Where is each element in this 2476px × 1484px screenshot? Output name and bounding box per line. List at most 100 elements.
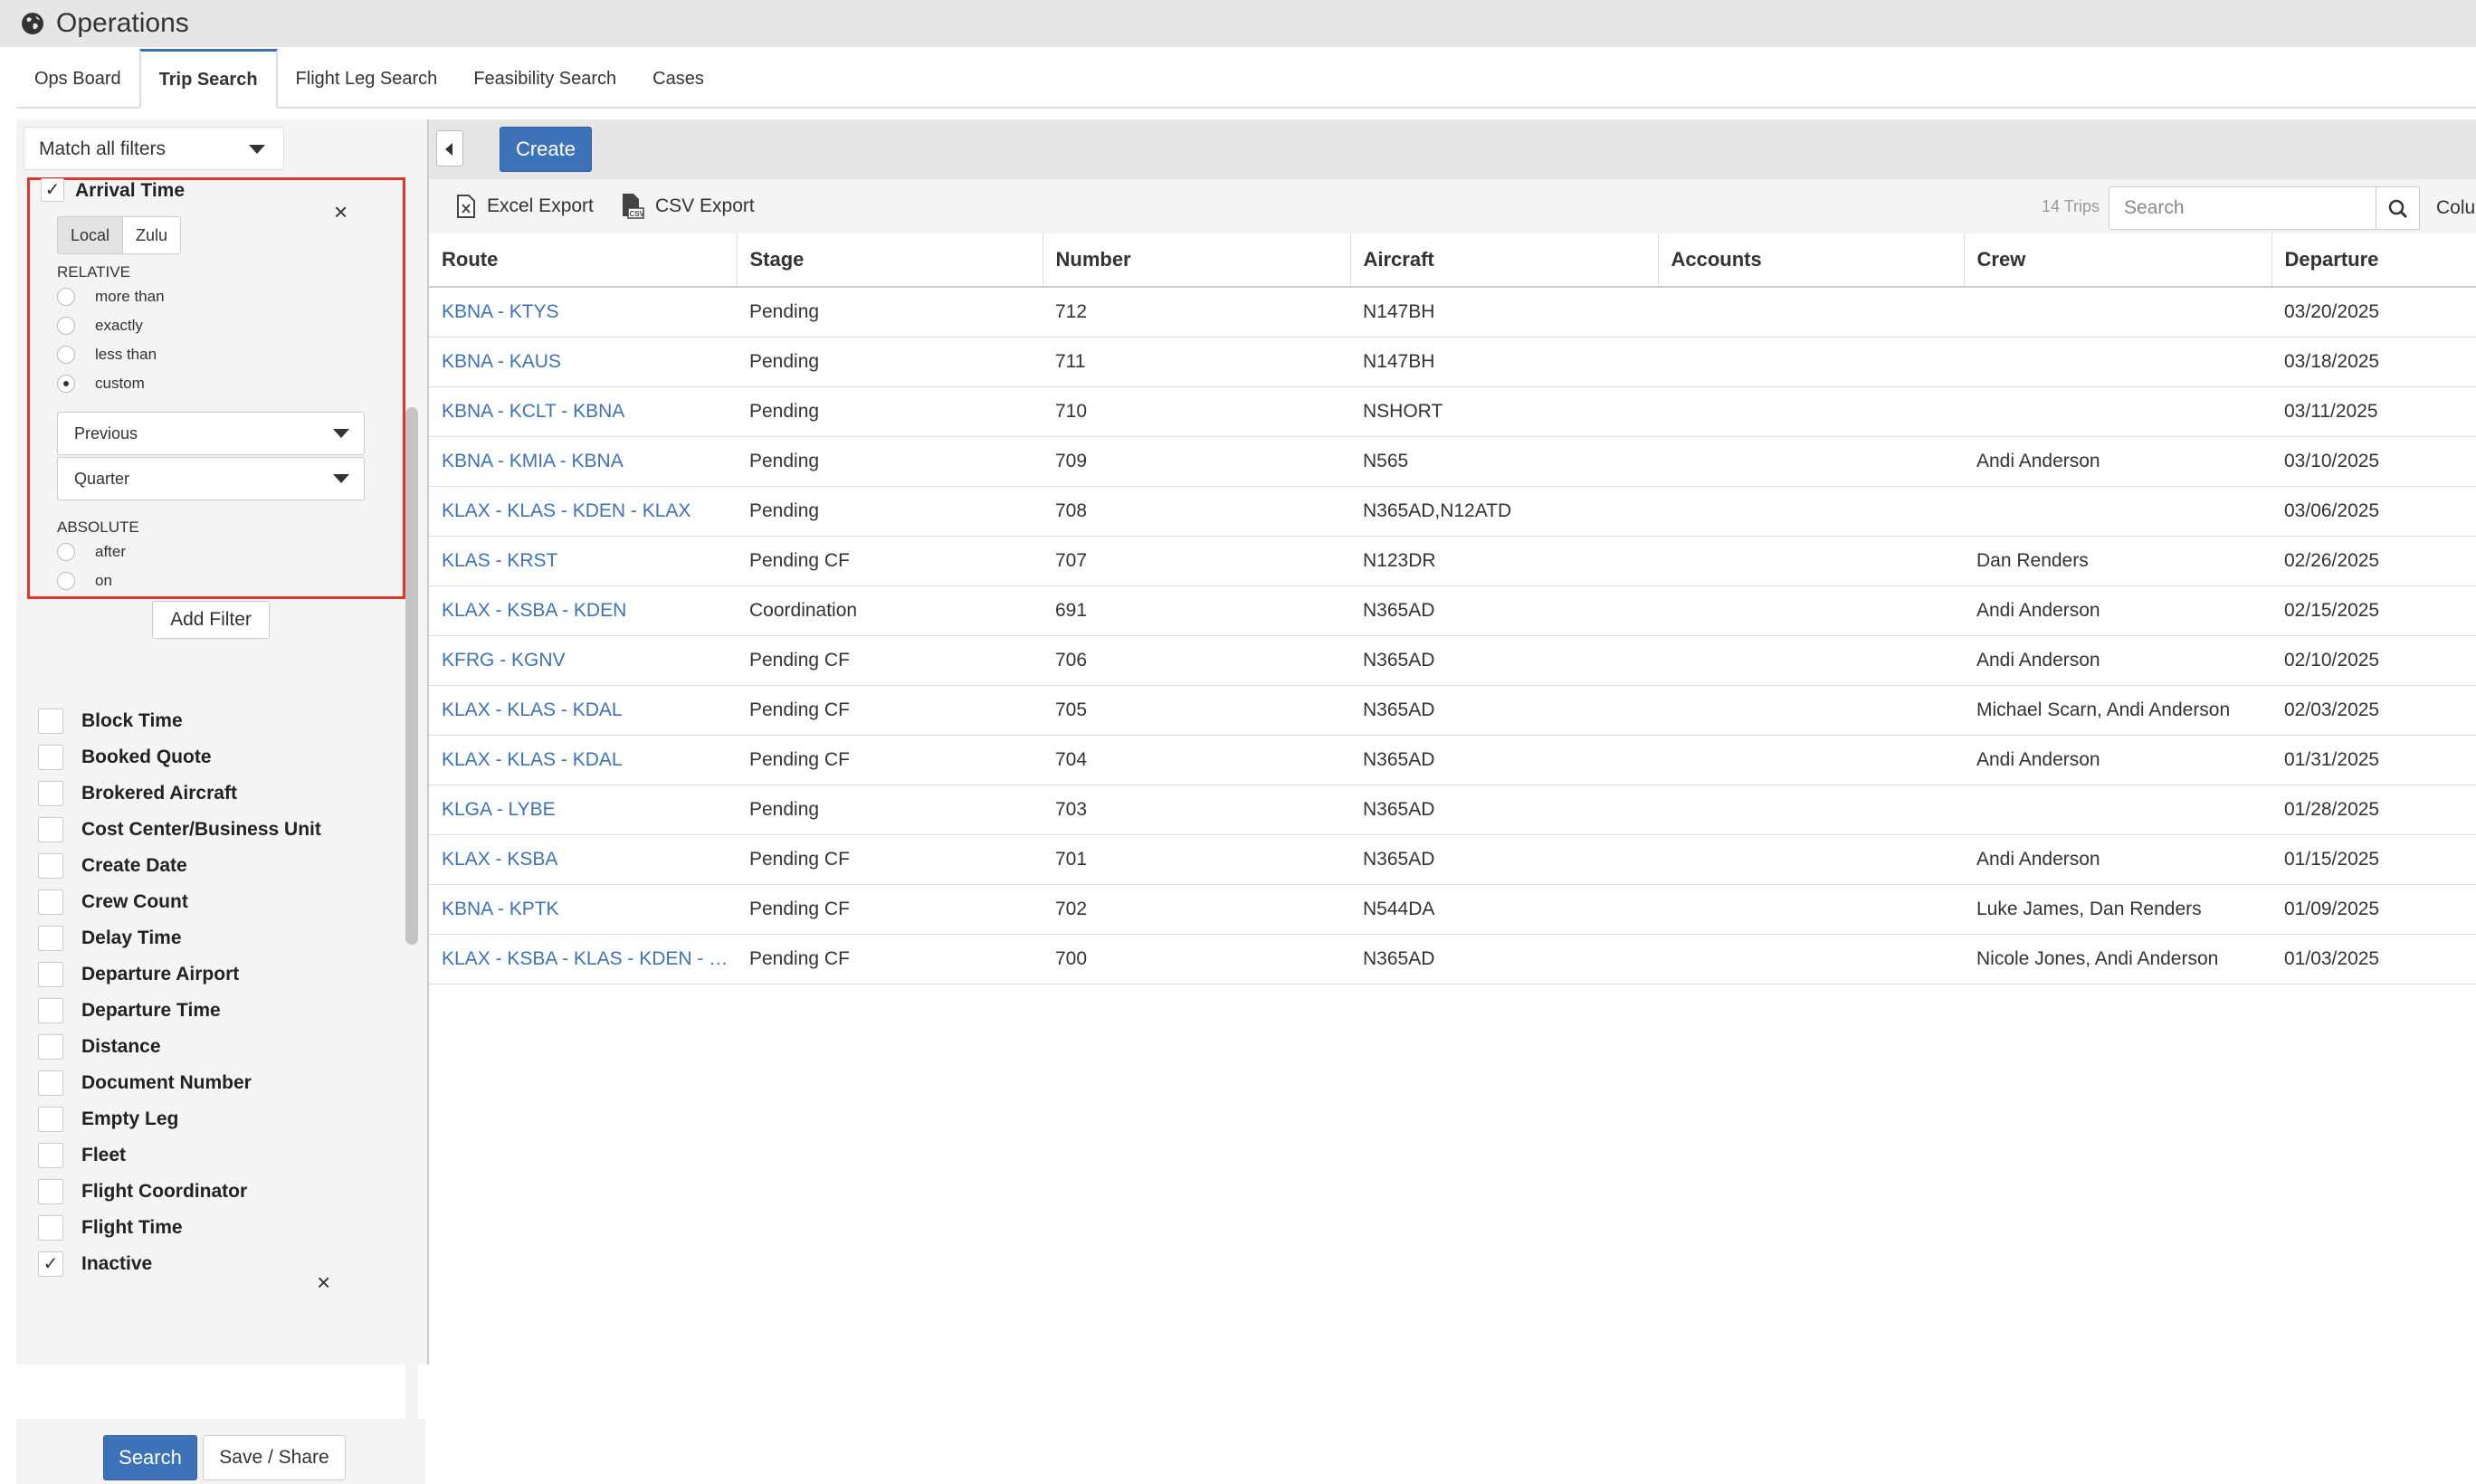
radio-button[interactable] [57,572,75,590]
filter-item-document-number[interactable]: Document Number [38,1070,252,1097]
radio-button[interactable] [57,375,75,393]
table-row[interactable]: KLAX - KLAS - KDAL Pending CF 705 N365AD Mic… [429,685,2476,736]
filter-checkbox[interactable] [38,926,63,951]
filter-item-departure-time[interactable]: Departure Time [38,997,221,1024]
filter-checkbox[interactable] [38,1215,63,1241]
filter-item-empty-leg[interactable]: Empty Leg [38,1106,178,1133]
filter-checkbox[interactable] [38,1034,63,1060]
filter-checkbox[interactable] [38,1070,63,1096]
cell-route[interactable]: KLGA - LYBE [429,785,737,835]
filter-item-cost-center[interactable]: Cost Center/Business Unit [38,816,321,843]
tab-ops-board[interactable]: Ops Board [16,51,139,107]
radio-button[interactable] [57,288,75,306]
table-row[interactable]: KBNA - KCLT - KBNA Pending 710 NSHORT 03/11/… [429,386,2476,437]
add-filter-button[interactable]: Add Filter [152,601,270,639]
filter-checkbox[interactable] [38,998,63,1023]
period-select[interactable]: Previous [57,412,365,455]
filter-checkbox[interactable] [38,817,63,842]
cell-route[interactable]: KBNA - KCLT - KBNA [429,386,737,437]
tab-feasibility-search[interactable]: Feasibility Search [455,51,634,107]
filter-checkbox[interactable] [38,1179,63,1204]
radio-custom[interactable]: custom [57,372,145,395]
column-header-crew[interactable]: Crew [1964,233,2272,288]
cell-route[interactable]: KLAX - KLAS - KDAL [429,735,737,785]
time-mode-local[interactable]: Local [58,217,124,253]
table-row[interactable]: KLGA - LYBE Pending 703 N365AD 01/28/2025 [429,785,2476,835]
filter-checkbox[interactable] [38,1107,63,1132]
arrival-time-checkbox[interactable]: ✓ [41,178,64,202]
table-row[interactable]: KLAX - KSBA - KLAS - KDEN - K... Pending … [429,934,2476,985]
radio-more-than[interactable]: more than [57,285,165,309]
cell-route[interactable]: KLAX - KLAS - KDAL [429,685,737,736]
cell-route[interactable]: KLAS - KRST [429,536,737,586]
cell-route[interactable]: KBNA - KAUS [429,337,737,387]
table-row[interactable]: KBNA - KAUS Pending 711 N147BH 03/18/2025 [429,337,2476,387]
csv-export-button[interactable]: CSV CSV Export [621,192,755,221]
table-row[interactable]: KFRG - KGNV Pending CF 706 N365AD Andi Ander… [429,635,2476,686]
radio-on[interactable]: on [57,569,112,593]
radio-button[interactable] [57,317,75,335]
table-row[interactable]: KLAX - KLAS - KDEN - KLAX Pending 708 N365A… [429,486,2476,537]
unit-select[interactable]: Quarter [57,457,365,500]
search-input[interactable] [2109,186,2376,230]
search-submit-button[interactable] [2376,186,2420,230]
cell-route[interactable]: KLAX - KLAS - KDEN - KLAX [429,486,737,537]
filter-checkbox[interactable] [38,889,63,915]
filter-item-departure-airport[interactable]: Departure Airport [38,961,239,988]
filter-checkbox[interactable] [38,1143,63,1168]
tab-cases[interactable]: Cases [634,51,722,107]
column-header-route[interactable]: Route [429,233,738,288]
cell-route[interactable]: KBNA - KMIA - KBNA [429,436,737,487]
table-row[interactable]: KBNA - KPTK Pending CF 702 N544DA Luke James… [429,884,2476,935]
excel-export-button[interactable]: Excel Export [456,192,594,221]
filter-item-create-date[interactable]: Create Date [38,852,187,880]
cell-route[interactable]: KLAX - KSBA - KLAS - KDEN - K... [429,934,737,985]
filter-checkbox[interactable] [38,962,63,987]
filter-item-flight-time[interactable]: Flight Time [38,1214,183,1241]
column-header-accounts[interactable]: Accounts [1658,233,1965,288]
columns-menu-button[interactable]: Colu [2436,197,2475,219]
tab-flight-leg-search[interactable]: Flight Leg Search [278,51,456,107]
cell-route[interactable]: KLAX - KSBA - KDEN [429,585,737,636]
table-row[interactable]: KLAX - KSBA - KDEN Coordination 691 N365AD A… [429,585,2476,636]
match-mode-select[interactable]: Match all filters [24,127,284,170]
column-header-stage[interactable]: Stage [737,233,1043,288]
cell-route[interactable]: KBNA - KPTK [429,884,737,935]
radio-button[interactable] [57,346,75,364]
filter-item-crew-count[interactable]: Crew Count [38,889,188,916]
filter-item-inactive[interactable]: ✓ Inactive [38,1251,152,1278]
search-button[interactable]: Search [103,1435,197,1480]
table-row[interactable]: KLAS - KRST Pending CF 707 N123DR Dan Render… [429,536,2476,586]
create-button[interactable]: Create [500,127,592,172]
radio-exactly[interactable]: exactly [57,314,143,338]
radio-less-than[interactable]: less than [57,343,157,366]
scrollbar-thumb[interactable] [405,407,418,945]
filter-item-brokered-aircraft[interactable]: Brokered Aircraft [38,780,237,807]
filter-checkbox[interactable] [38,853,63,879]
table-row[interactable]: KLAX - KLAS - KDAL Pending CF 704 N365AD And… [429,735,2476,785]
filter-checkbox[interactable] [38,781,63,806]
collapse-panel-button[interactable] [436,130,463,166]
filter-item-fleet[interactable]: Fleet [38,1142,126,1169]
filter-item-distance[interactable]: Distance [38,1033,161,1061]
cell-route[interactable]: KLAX - KSBA [429,834,737,885]
filter-checkbox[interactable] [38,709,63,734]
table-row[interactable]: KLAX - KSBA Pending CF 701 N365AD Andi Ander… [429,834,2476,885]
cell-route[interactable]: KFRG - KGNV [429,635,737,686]
save-share-button[interactable]: Save / Share [203,1435,346,1480]
filter-item-flight-coordinator[interactable]: Flight Coordinator [38,1178,247,1205]
radio-after[interactable]: after [57,540,126,564]
filter-scrollbar[interactable] [405,288,418,1419]
filter-item-block-time[interactable]: Block Time [38,708,183,735]
close-icon[interactable]: × [334,198,348,226]
column-header-aircraft[interactable]: Aircraft [1350,233,1659,288]
tab-trip-search[interactable]: Trip Search [138,49,278,109]
table-row[interactable]: KBNA - KMIA - KBNA Pending 709 N565 Andi And… [429,436,2476,487]
filter-checkbox[interactable] [38,745,63,770]
close-icon[interactable]: × [317,1269,330,1297]
column-header-departure[interactable]: Departure [2271,233,2476,288]
filter-item-delay-time[interactable]: Delay Time [38,925,182,952]
table-row[interactable]: KBNA - KTYS Pending 712 N147BH 03/20/2025 [429,287,2476,338]
filter-item-booked-quote[interactable]: Booked Quote [38,744,212,771]
cell-route[interactable]: KBNA - KTYS [429,287,737,338]
